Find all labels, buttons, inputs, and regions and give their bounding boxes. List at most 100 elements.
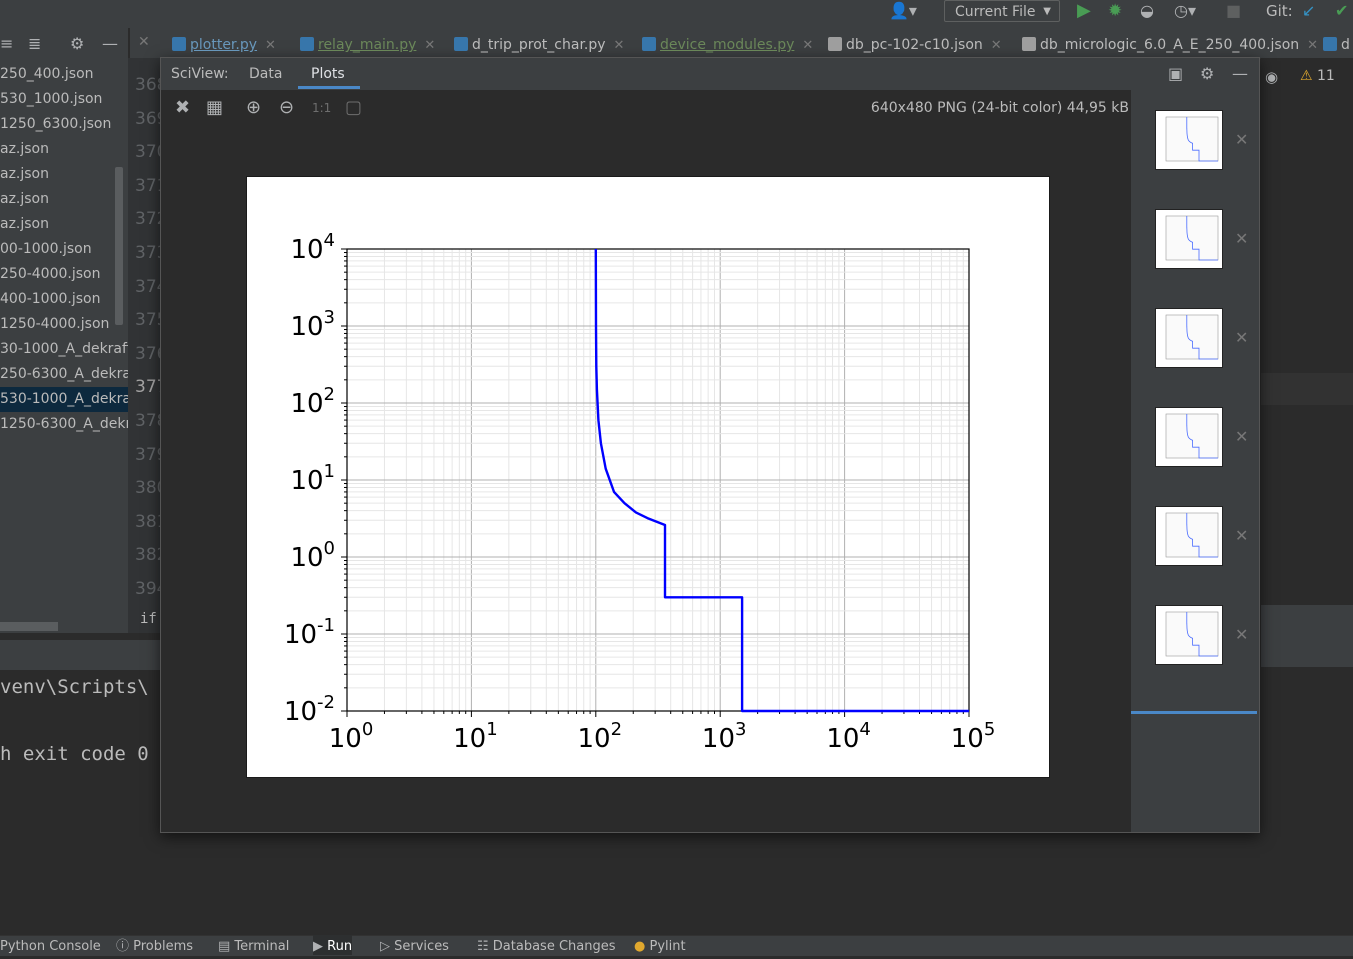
project-file-item[interactable]: 250-6300_A_dekraft [0,362,141,387]
tool-database-changes[interactable]: ☷ Database Changes [477,935,616,955]
debug-icon[interactable]: ✹ [1108,0,1122,22]
plot-thumbnail[interactable] [1155,110,1223,170]
profile-icon[interactable]: ◷▾ [1174,0,1196,22]
close-tab-icon[interactable]: ✕ [614,38,625,53]
tool-python-console[interactable]: Python Console [0,935,101,955]
project-file-item[interactable]: az.json [0,187,49,212]
inspection-widget[interactable]: ⚠ 11 [1300,68,1335,84]
project-file-item[interactable]: az.json [0,162,49,187]
sciview-title: SciView: [171,66,229,82]
close-thumbnail-icon[interactable]: ✕ [1235,328,1248,347]
python-file-icon [172,37,186,51]
close-panel-icon[interactable]: ✕ [138,34,150,50]
plot-thumbnail[interactable] [1155,605,1223,665]
tab-d[interactable]: d [1323,28,1350,58]
close-thumbnail-icon[interactable]: ✕ [1235,427,1248,446]
tool-run[interactable]: ▶ Run [313,935,353,955]
tab-label: db_micrologic_6.0_A_E_250_400.json [1040,37,1300,53]
project-file-item[interactable]: 1250-4000.json [0,312,109,337]
sciview-header: SciView: Data Plots ▣ ⚙ — [161,58,1259,90]
tab-label: relay_main.py [318,37,417,53]
plot-thumbnail[interactable] [1155,407,1223,467]
project-file-item[interactable]: az.json [0,212,49,237]
zoom-in-icon[interactable]: ⊕ [246,98,261,118]
actual-size-button[interactable]: 1:1 [312,98,331,118]
tool-pylint[interactable]: ● Pylint [634,935,686,955]
services-icon: ▷ [380,939,395,954]
project-horizontal-scrollbar[interactable] [0,622,58,631]
project-file-item[interactable]: 00-1000.json [0,237,92,262]
tab-plotter-py[interactable]: plotter.py ✕ [172,28,276,58]
close-tab-icon[interactable]: ✕ [1307,38,1318,53]
collapse-all-icon[interactable]: ≣ [28,33,41,55]
project-file-item[interactable]: 1250-6300_A_dekraf [0,412,145,437]
y-tick-label: 100 [290,538,335,573]
project-scrollbar[interactable] [115,167,123,325]
close-thumbnail-icon[interactable]: ✕ [1235,625,1248,644]
grid-icon[interactable]: ▦ [206,98,223,118]
thumbnail-axes [1165,611,1219,657]
stop-icon[interactable]: ■ [1226,0,1241,22]
tab-d-trip-prot-char-py[interactable]: d_trip_prot_char.py ✕ [454,28,624,58]
x-tick-label: 104 [826,719,871,754]
y-tick-label: 10-2 [284,692,335,727]
user-icon[interactable]: 👤▾ [889,0,917,22]
project-file-item[interactable]: 530_1000.json [0,87,102,112]
project-file-item[interactable]: az.json [0,137,49,162]
tab-label: d [1341,37,1350,53]
plot-thumbnail[interactable] [1155,209,1223,269]
fit-to-window-icon[interactable]: ✖ [175,98,190,118]
hide-panel-icon[interactable]: — [102,33,118,55]
close-thumbnail-icon[interactable]: ✕ [1235,526,1248,545]
image-info: 640x480 PNG (24-bit color) 44,95 kB [870,100,1129,116]
tab-label: plotter.py [190,37,258,53]
tool-services[interactable]: ▷ Services [380,935,449,955]
eye-icon[interactable]: ◉ [1265,68,1278,86]
project-file-item[interactable]: 30-1000_A_dekraft.j [0,337,141,362]
expand-all-icon[interactable]: ≡ [0,33,13,55]
run-icon: ▶ [313,939,328,954]
sciview-window: SciView: Data Plots ▣ ⚙ — ✖ ▦ ⊕ ⊖ 1:1 ▢ … [160,57,1260,833]
close-tab-icon[interactable]: ✕ [802,38,813,53]
project-file-item[interactable]: 530-1000_A_dekraft [0,387,141,412]
fit-zoom-icon[interactable]: ▢ [345,98,362,118]
git-commit-icon[interactable]: ✔ [1335,0,1348,22]
database-icon: ☷ [477,939,493,954]
x-tick-label: 102 [578,719,623,754]
tool-terminal[interactable]: ▤ Terminal [218,935,289,955]
tab-db-pc-102-c10-json[interactable]: db_pc-102-c10.json ✕ [828,28,1002,58]
python-file-icon [1323,37,1337,51]
gear-icon[interactable]: ⚙ [70,33,84,55]
tool-problems[interactable]: ⓘ Problems [116,935,193,955]
tab-relay-main-py[interactable]: relay_main.py ✕ [300,28,435,58]
gear-icon[interactable]: ⚙ [1200,63,1214,85]
hide-panel-icon[interactable]: — [1232,63,1248,85]
close-tab-icon[interactable]: ✕ [424,38,435,53]
tab-device-modules-py[interactable]: device_modules.py ✕ [642,28,813,58]
thumbnail-chart [1165,215,1219,261]
project-file-item[interactable]: 250_400.json [0,62,94,87]
tab-data[interactable]: Data [249,58,282,90]
plot-thumbnail[interactable] [1155,308,1223,368]
close-tab-icon[interactable]: ✕ [991,38,1002,53]
layout-icon[interactable]: ▣ [1168,63,1183,85]
zoom-out-icon[interactable]: ⊖ [279,98,294,118]
x-tick-label: 101 [453,719,498,754]
project-file-item[interactable]: 400-1000.json [0,287,100,312]
thumbnail-chart [1165,611,1219,657]
run-icon[interactable]: ▶ [1077,0,1091,22]
run-configuration-select[interactable]: Current File ▼ [944,0,1060,22]
tool-label: Services [394,939,449,954]
project-file-item[interactable]: 1250_6300.json [0,112,111,137]
tab-label: db_pc-102-c10.json [846,37,983,53]
close-thumbnail-icon[interactable]: ✕ [1235,229,1248,248]
close-tab-icon[interactable]: ✕ [265,38,276,53]
git-update-icon[interactable]: ↙ [1302,0,1315,22]
coverage-icon[interactable]: ◒ [1140,0,1154,22]
plot-thumbnail[interactable] [1155,506,1223,566]
tool-label: Python Console [0,939,101,954]
x-tick-label: 100 [329,719,374,754]
close-thumbnail-icon[interactable]: ✕ [1235,130,1248,149]
tab-db-micrologic-6-0-a-e-250-400-json[interactable]: db_micrologic_6.0_A_E_250_400.json ✕ [1022,28,1318,58]
project-file-item[interactable]: 250-4000.json [0,262,100,287]
